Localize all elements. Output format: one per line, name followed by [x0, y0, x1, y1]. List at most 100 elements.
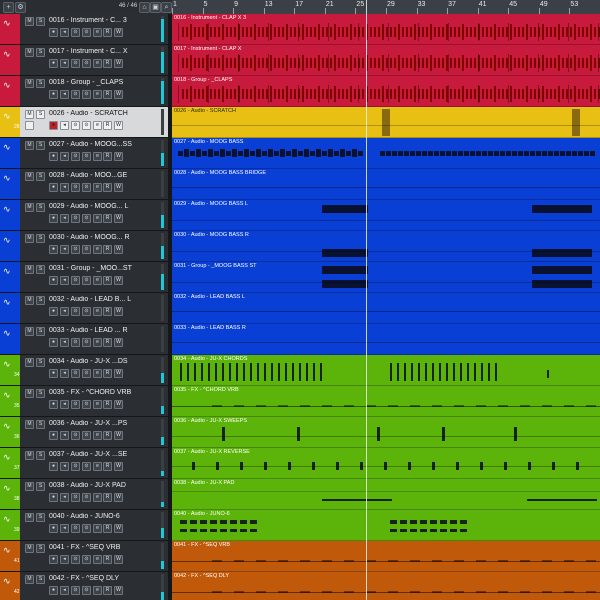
- read-button[interactable]: R: [103, 121, 112, 130]
- home-icon[interactable]: ⌂: [139, 2, 150, 13]
- monitor-button[interactable]: ◂: [60, 214, 69, 223]
- track-name[interactable]: 0038 - Audio - JU-X PAD: [49, 482, 153, 489]
- write-button[interactable]: W: [114, 338, 123, 347]
- write-button[interactable]: W: [114, 400, 123, 409]
- write-automation-button[interactable]: ⊙: [82, 276, 91, 285]
- track-row[interactable]: ∿ 42 M S ● ◂ ⊙ ⊙ e R W 0042 - FX - ^SEQ DLY 0042 - F…: [0, 572, 600, 600]
- monitor-button[interactable]: ◂: [60, 90, 69, 99]
- record-button[interactable]: ●: [49, 121, 58, 130]
- read-automation-button[interactable]: ⊙: [71, 152, 80, 161]
- audio-event-lane[interactable]: 0034 - Audio - JU-X CHORDS: [172, 355, 600, 386]
- solo-button[interactable]: S: [36, 141, 45, 150]
- write-automation-button[interactable]: ⊙: [82, 214, 91, 223]
- track-header[interactable]: ∿ M S ● ◂ ⊙ ⊙ e R W 0027 - Audio - MOOG...SS: [0, 138, 168, 169]
- solo-button[interactable]: S: [36, 451, 45, 460]
- monitor-button[interactable]: ◂: [60, 369, 69, 378]
- read-button[interactable]: R: [103, 586, 112, 595]
- write-automation-button[interactable]: ⊙: [82, 59, 91, 68]
- read-button[interactable]: R: [103, 493, 112, 502]
- monitor-button[interactable]: ◂: [60, 555, 69, 564]
- track-header[interactable]: ∿ M S ● ◂ ⊙ ⊙ e R W 0032 - Audio - LEAD B... L: [0, 293, 168, 324]
- read-button[interactable]: R: [103, 431, 112, 440]
- record-button[interactable]: ●: [49, 431, 58, 440]
- solo-button[interactable]: S: [36, 420, 45, 429]
- monitor-button[interactable]: ◂: [60, 338, 69, 347]
- edit-channel-button[interactable]: e: [93, 307, 102, 316]
- track-row[interactable]: ∿ M S ● ◂ ⊙ ⊙ e R W 0033 - Audio - LEAD ... R 0033 …: [0, 324, 600, 355]
- record-enable-button[interactable]: [25, 121, 34, 130]
- read-button[interactable]: R: [103, 28, 112, 37]
- track-name[interactable]: 0017 - Instrument - C... X: [49, 48, 153, 55]
- mute-button[interactable]: M: [25, 358, 34, 367]
- audio-event-lane[interactable]: 0016 - Instrument - CLAP X 3: [172, 14, 600, 45]
- write-automation-button[interactable]: ⊙: [82, 524, 91, 533]
- monitor-button[interactable]: ◂: [60, 121, 69, 130]
- edit-channel-button[interactable]: e: [93, 586, 102, 595]
- write-automation-button[interactable]: ⊙: [82, 90, 91, 99]
- solo-button[interactable]: S: [36, 79, 45, 88]
- track-header[interactable]: ∿ 38 M S ● ◂ ⊙ ⊙ e R W 0038 - Audio - JU-X PAD: [0, 479, 168, 510]
- record-button[interactable]: ●: [49, 152, 58, 161]
- audio-event-lane[interactable]: 0040 - Audio - JUNO-6: [172, 510, 600, 541]
- mute-button[interactable]: M: [25, 110, 34, 119]
- track-row[interactable]: ∿ 36 M S ● ◂ ⊙ ⊙ e R W 0036 - Audio - JU-X ...PS 003…: [0, 417, 600, 448]
- read-automation-button[interactable]: ⊙: [71, 276, 80, 285]
- track-header[interactable]: ∿ M S ● ◂ ⊙ ⊙ e R W 0029 - Audio - MOOG... L: [0, 200, 168, 231]
- record-button[interactable]: ●: [49, 276, 58, 285]
- write-automation-button[interactable]: ⊙: [82, 431, 91, 440]
- edit-channel-button[interactable]: e: [93, 276, 102, 285]
- monitor-button[interactable]: ◂: [60, 462, 69, 471]
- mute-button[interactable]: M: [25, 482, 34, 491]
- record-button[interactable]: ●: [49, 493, 58, 502]
- edit-channel-button[interactable]: e: [93, 245, 102, 254]
- read-button[interactable]: R: [103, 214, 112, 223]
- read-automation-button[interactable]: ⊙: [71, 524, 80, 533]
- track-name[interactable]: 0033 - Audio - LEAD ... R: [49, 327, 153, 334]
- track-header[interactable]: ∿ M S ● ◂ ⊙ ⊙ e R W 0028 - Audio - MOO...GE: [0, 169, 168, 200]
- track-name[interactable]: 0035 - FX - ^CHORD VRB: [49, 389, 153, 396]
- track-row[interactable]: ∿ M S ● ◂ ⊙ ⊙ e R W 0016 - Instrument - C... 3 0016…: [0, 14, 600, 45]
- read-automation-button[interactable]: ⊙: [71, 245, 80, 254]
- audio-event-lane[interactable]: 0038 - Audio - JU-X PAD: [172, 479, 600, 510]
- track-name[interactable]: 0031 - Group - _MOO...ST: [49, 265, 153, 272]
- track-header[interactable]: ∿ 28 M S ● ◂ ⊙ ⊙ e R W 0026 - Audio - SCRATCH: [0, 107, 168, 138]
- edit-channel-button[interactable]: e: [93, 400, 102, 409]
- read-automation-button[interactable]: ⊙: [71, 400, 80, 409]
- edit-channel-button[interactable]: e: [93, 462, 102, 471]
- edit-channel-button[interactable]: e: [93, 59, 102, 68]
- read-button[interactable]: R: [103, 338, 112, 347]
- mute-button[interactable]: M: [25, 296, 34, 305]
- record-button[interactable]: ●: [49, 462, 58, 471]
- monitor-button[interactable]: ◂: [60, 307, 69, 316]
- track-name[interactable]: 0027 - Audio - MOOG...SS: [49, 141, 153, 148]
- record-button[interactable]: ●: [49, 245, 58, 254]
- audio-event-lane[interactable]: 0026 - Audio - SCRATCH: [172, 107, 600, 138]
- track-list-divider[interactable]: [168, 14, 172, 600]
- track-header[interactable]: ∿ 41 M S ● ◂ ⊙ ⊙ e R W 0041 - FX - ^SEQ VRB: [0, 541, 168, 572]
- mute-button[interactable]: M: [25, 265, 34, 274]
- solo-button[interactable]: S: [36, 513, 45, 522]
- edit-channel-button[interactable]: e: [93, 524, 102, 533]
- solo-button[interactable]: S: [36, 265, 45, 274]
- track-name[interactable]: 0040 - Audio - JUNO-6: [49, 513, 153, 520]
- write-automation-button[interactable]: ⊙: [82, 493, 91, 502]
- write-automation-button[interactable]: ⊙: [82, 462, 91, 471]
- solo-button[interactable]: S: [36, 296, 45, 305]
- read-button[interactable]: R: [103, 555, 112, 564]
- track-row[interactable]: ∿ M S ● ◂ ⊙ ⊙ e R W 0028 - Audio - MOO...GE 0028 - …: [0, 169, 600, 200]
- write-automation-button[interactable]: ⊙: [82, 400, 91, 409]
- track-name[interactable]: 0042 - FX - ^SEQ DLY: [49, 575, 153, 582]
- record-button[interactable]: ●: [49, 338, 58, 347]
- mute-button[interactable]: M: [25, 234, 34, 243]
- track-header[interactable]: ∿ M S ● ◂ ⊙ ⊙ e R W 0017 - Instrument - C... X: [0, 45, 168, 76]
- mute-button[interactable]: M: [25, 389, 34, 398]
- track-header[interactable]: ∿ M S ● ◂ ⊙ ⊙ e R W 0030 - Audio - MOOG... R: [0, 231, 168, 262]
- audio-event-lane[interactable]: 0029 - Audio - MOOG BASS L: [172, 200, 600, 231]
- write-automation-button[interactable]: ⊙: [82, 555, 91, 564]
- record-button[interactable]: ●: [49, 524, 58, 533]
- record-button[interactable]: ●: [49, 28, 58, 37]
- write-button[interactable]: W: [114, 121, 123, 130]
- track-row[interactable]: ∿ 28 M S ● ◂ ⊙ ⊙ e R W 0026 - Audio - SCRATCH 0026 -…: [0, 107, 600, 138]
- track-header[interactable]: ∿ M S ● ◂ ⊙ ⊙ e R W 0033 - Audio - LEAD ... R: [0, 324, 168, 355]
- write-button[interactable]: W: [114, 245, 123, 254]
